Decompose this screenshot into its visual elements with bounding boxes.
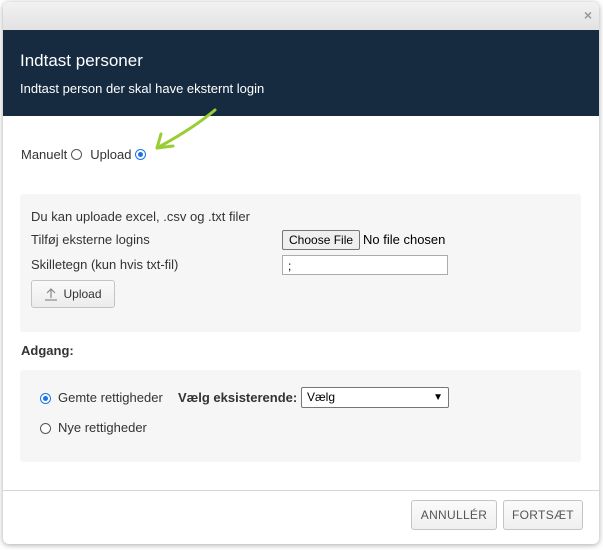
add-logins-label: Tilføj eksterne logins <box>31 232 150 247</box>
select-value: Vælg <box>307 390 336 404</box>
dialog: × Indtast personer Indtast person der sk… <box>3 2 599 544</box>
arrow-annotation-icon <box>155 108 217 150</box>
mode-selector: Manuelt Upload <box>21 147 147 162</box>
existing-rights-select[interactable]: Vælg ▼ <box>301 387 449 408</box>
dialog-title: Indtast personer <box>20 51 143 70</box>
dialog-header: Indtast personer Indtast person der skal… <box>3 30 599 116</box>
continue-button[interactable]: FORTSÆT <box>503 500 583 530</box>
upload-icon <box>45 288 58 301</box>
upload-info-text: Du kan uploade excel, .csv og .txt filer <box>31 209 250 224</box>
footer-divider <box>3 490 599 491</box>
cancel-button[interactable]: ANNULLÉR <box>411 500 497 530</box>
saved-rights-label: Gemte rettigheder <box>58 390 163 405</box>
dialog-topbar: × <box>3 2 599 30</box>
choose-existing-label: Vælg eksisterende: <box>178 390 298 405</box>
separator-label: Skilletegn (kun hvis txt-fil) <box>31 257 179 272</box>
upload-button-label: Upload <box>63 287 102 301</box>
access-heading: Adgang: <box>21 343 74 358</box>
new-rights-label: Nye rettigheder <box>58 420 147 435</box>
upload-panel: Du kan uploade excel, .csv og .txt filer… <box>20 194 581 332</box>
access-panel: Gemte rettigheder Vælg eksisterende: Væl… <box>20 370 581 462</box>
close-icon[interactable]: × <box>584 7 592 23</box>
manual-radio[interactable] <box>71 149 83 160</box>
dialog-subtitle: Indtast person der skal have eksternt lo… <box>20 81 265 96</box>
separator-input[interactable]: ; <box>282 255 448 275</box>
chevron-down-icon: ▼ <box>433 392 443 403</box>
new-rights-radio[interactable] <box>40 423 51 434</box>
upload-radio[interactable] <box>135 149 147 160</box>
no-file-text: No file chosen <box>363 232 446 247</box>
choose-file-button[interactable]: Choose File <box>282 230 361 250</box>
saved-rights-radio[interactable] <box>40 393 51 404</box>
upload-button[interactable]: Upload <box>31 280 115 308</box>
upload-label: Upload <box>90 147 132 162</box>
manual-label: Manuelt <box>21 147 68 162</box>
